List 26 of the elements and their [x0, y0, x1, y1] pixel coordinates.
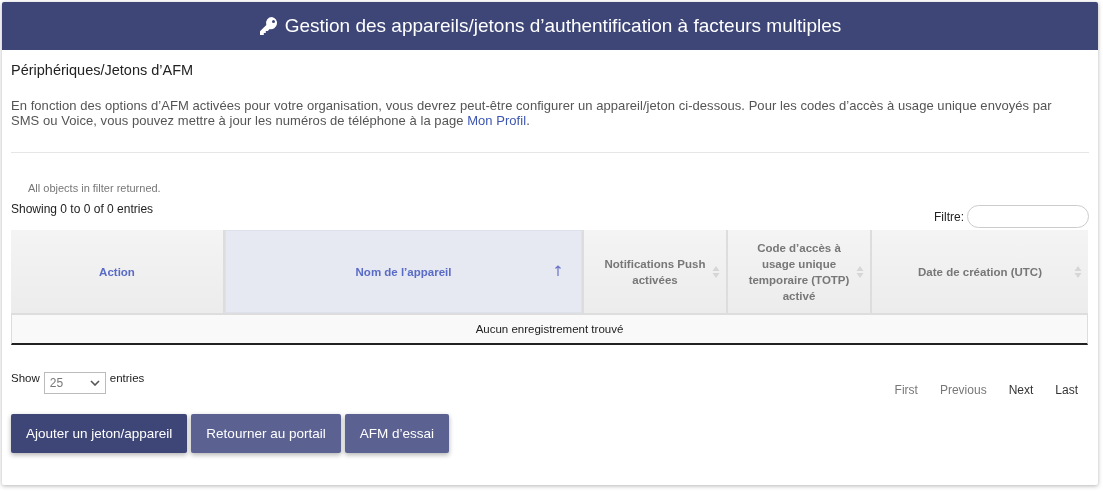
show-label: Show: [11, 372, 40, 384]
intro-text: En fonction des options d’AFM activées pour votre organisation, vous devrez peut-être configurer un appareil/jeton ci-dessous. Pour les codes d’accès à usage unique envoyés par SMS ou Voice, vous pouvez mettre à jour les numéros de téléphone à la page Mon Profil.: [11, 98, 1053, 128]
chevron-down-icon: [89, 380, 100, 386]
column-header[interactable]: Code d’accès à usage unique temporaire (TOTP) activé: [728, 230, 872, 313]
entries-label: entries: [109, 372, 145, 384]
entries-info: Showing 0 to 0 of 0 entries: [11, 202, 154, 216]
column-header[interactable]: Nom de l’appareil: [225, 230, 584, 313]
filter-note: All objects in filter returned.: [28, 182, 162, 194]
sort-icon: [712, 265, 720, 279]
column-header[interactable]: Date de création (UTC): [872, 230, 1088, 313]
sort-icon: [856, 265, 864, 279]
pagination-link[interactable]: Next: [997, 383, 1045, 397]
action-button[interactable]: Ajouter un jeton/appareil: [11, 414, 188, 453]
page-size-select[interactable]: 25: [43, 372, 106, 394]
sort-icon: [1074, 265, 1082, 279]
action-button[interactable]: Retourner au portail: [191, 414, 341, 453]
action-button[interactable]: AFM d’essai: [344, 414, 449, 453]
key-icon: [258, 16, 279, 36]
pagination-link[interactable]: Last: [1044, 383, 1089, 397]
column-header[interactable]: Notifications Push activées: [584, 230, 728, 313]
sort-up-icon: [554, 265, 562, 277]
filter-field[interactable]: [967, 205, 1089, 228]
filter-label: Filtre:: [934, 209, 964, 224]
page-title: Gestion des appareils/jetons d’authentification à facteurs multiples: [284, 15, 842, 37]
section-title: Périphériques/Jetons d’AFM: [11, 62, 195, 78]
empty-row: Aucun enregistrement trouvé: [11, 315, 1088, 345]
